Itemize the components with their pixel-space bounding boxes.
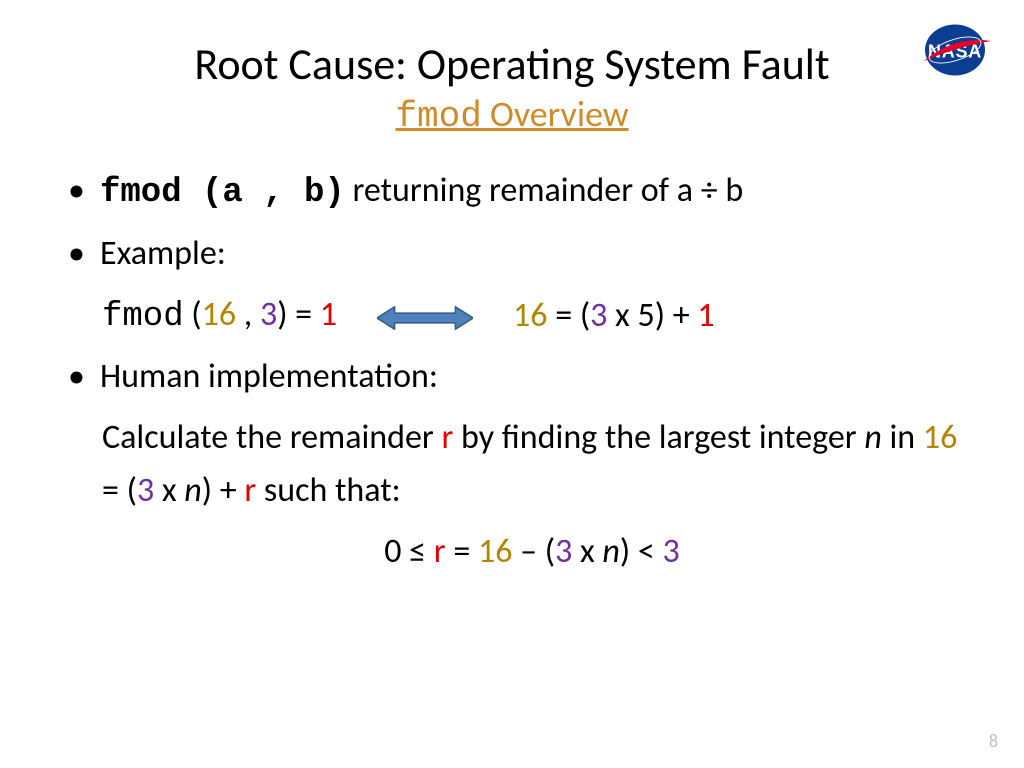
- bullet-example-label: Example:: [100, 228, 964, 281]
- slide-subtitle: fmod Overview: [60, 92, 964, 137]
- example-lhs: fmod (16 , 3) = 1: [102, 289, 337, 344]
- subtitle-rest: Overview: [482, 92, 629, 136]
- example-line: fmod (16 , 3) = 1 16 = (3 x 5) + 1: [100, 289, 964, 344]
- subtitle-mono: fmod: [395, 96, 481, 137]
- slide-title: Root Cause: Operating System Fault: [60, 40, 964, 88]
- fmod-signature: fmod (a , b): [100, 174, 345, 212]
- slide: NASA Root Cause: Operating System Fault …: [0, 0, 1024, 768]
- bullet-list: fmod (a , b) returning remainder of a ÷ …: [60, 165, 964, 578]
- inequality-line: 0 ≤ r = 16 – (3 x n) < 3: [100, 526, 964, 579]
- bullet-fmod-def: fmod (a , b) returning remainder of a ÷ …: [100, 165, 964, 220]
- fmod-desc: returning remainder of a ÷ b: [345, 170, 743, 211]
- nasa-logo-icon: NASA: [916, 20, 994, 80]
- human-impl-text: Calculate the remainder r by finding the…: [100, 412, 964, 517]
- double-arrow-icon: [377, 299, 473, 333]
- page-number: 8: [989, 730, 998, 752]
- bullet-human-impl: Human implementation:: [100, 351, 964, 404]
- example-rhs: 16 = (3 x 5) + 1: [513, 290, 715, 343]
